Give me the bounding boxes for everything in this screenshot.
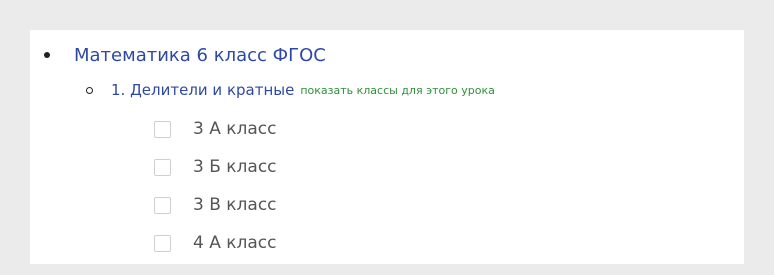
course-title-link[interactable]: Математика 6 класс ФГОС — [74, 45, 326, 66]
class-label: 3 Б класс — [193, 157, 277, 177]
bullet-disc-icon — [44, 52, 50, 58]
class-checkbox[interactable] — [154, 234, 171, 252]
class-label: 4 А класс — [193, 233, 277, 253]
class-label: 3 В класс — [193, 195, 277, 215]
course-item: Математика 6 класс ФГОС — [44, 42, 326, 68]
class-checkbox[interactable] — [154, 120, 171, 138]
class-checkbox[interactable] — [154, 196, 171, 214]
show-classes-link[interactable]: показать классы для этого урока — [300, 84, 495, 97]
lesson-item: 1. Делители и кратные показать классы дл… — [86, 78, 495, 102]
course-panel: Математика 6 класс ФГОС 1. Делители и кр… — [30, 30, 744, 264]
class-checkbox[interactable] — [154, 158, 171, 176]
class-item: 4 А класс — [154, 224, 277, 262]
lesson-title-link[interactable]: 1. Делители и кратные — [111, 81, 294, 99]
class-item: 3 А класс — [154, 110, 277, 148]
class-list: 3 А класс 3 Б класс 3 В класс 4 А класс — [154, 110, 277, 262]
class-item: 3 В класс — [154, 186, 277, 224]
bullet-circle-icon — [86, 86, 93, 94]
class-item: 3 Б класс — [154, 148, 277, 186]
class-label: 3 А класс — [193, 119, 277, 139]
